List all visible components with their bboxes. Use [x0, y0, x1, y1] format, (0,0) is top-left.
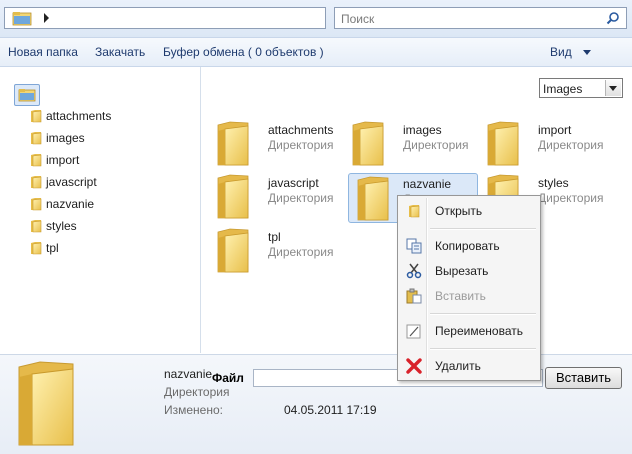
menu-separator	[430, 348, 536, 350]
file-item[interactable]: attachments Директория	[216, 121, 346, 169]
folder-icon	[30, 241, 42, 255]
delete-icon	[406, 358, 422, 374]
folder-icon	[216, 228, 250, 274]
file-name: images	[403, 123, 442, 137]
folder-icon	[30, 131, 42, 145]
search-box[interactable]: Поиск	[334, 7, 627, 29]
tree-item[interactable]: import	[30, 153, 79, 171]
file-name: import	[538, 123, 572, 137]
folder-icon	[216, 121, 250, 167]
file-item[interactable]: images Директория	[351, 121, 481, 169]
tree-item[interactable]: attachments	[30, 109, 111, 127]
tree-item[interactable]: styles	[30, 219, 77, 237]
file-type-select[interactable]: Images	[539, 78, 623, 98]
menu-item-label: Вырезать	[435, 264, 489, 278]
clipboard-button[interactable]: Буфер обмена ( 0 объектов )	[163, 45, 324, 59]
file-name: javascript	[268, 176, 319, 190]
chevron-down-icon[interactable]	[605, 80, 621, 96]
upload-file-label: Файл	[212, 371, 244, 385]
menu-item-copy[interactable]: Копировать	[400, 235, 538, 257]
tree-item-label: import	[46, 153, 80, 167]
view-dropdown-icon[interactable]	[583, 50, 591, 55]
menu-item-label: Копировать	[435, 239, 500, 253]
menu-separator	[430, 313, 536, 315]
tree-item-label: tpl	[46, 241, 59, 255]
folder-icon	[12, 12, 32, 26]
menu-item-label: Открыть	[435, 204, 483, 218]
tree-item-label: styles	[46, 219, 77, 233]
upload-submit-button[interactable]: Вставить	[545, 367, 622, 389]
details-modified-value: 04.05.2011 17:19	[284, 403, 377, 417]
tree-item[interactable]: images	[30, 131, 85, 149]
search-icon[interactable]	[606, 11, 620, 25]
file-type: Директория	[268, 191, 334, 205]
tree-item[interactable]: tpl	[30, 241, 59, 259]
file-name: attachments	[268, 123, 334, 137]
menu-item-open[interactable]: Открыть	[400, 200, 538, 222]
copy-icon	[406, 238, 422, 254]
top-bar: Поиск	[0, 0, 632, 38]
address-bar[interactable]	[4, 7, 326, 29]
folder-icon	[18, 361, 74, 446]
file-type: Директория	[538, 191, 604, 205]
details-type: Директория	[164, 385, 230, 399]
menu-item-label: Удалить	[435, 359, 481, 373]
folder-icon	[486, 121, 520, 167]
context-menu: Открыть Копировать Вырезать Вставить Пер…	[397, 195, 541, 381]
folder-icon	[30, 109, 42, 123]
file-name: styles	[538, 176, 569, 190]
menu-separator	[430, 228, 536, 230]
file-item[interactable]: tpl Директория	[216, 228, 346, 276]
menu-item-paste[interactable]: Вставить	[400, 285, 538, 307]
menu-item-label: Вставить	[435, 289, 486, 303]
file-name: nazvanie	[403, 177, 452, 191]
details-name: nazvanie	[164, 367, 213, 381]
file-type: Директория	[268, 245, 334, 259]
menu-item-cut[interactable]: Вырезать	[400, 260, 538, 282]
tree-item-label: javascript	[46, 175, 97, 189]
tree-item-label: attachments	[46, 109, 112, 123]
menu-item-delete[interactable]: Удалить	[400, 355, 538, 377]
file-type: Директория	[538, 138, 604, 152]
paste-icon	[406, 288, 422, 304]
details-modified-label: Изменено:	[164, 403, 223, 417]
upload-button[interactable]: Закачать	[95, 45, 145, 59]
folder-icon	[408, 204, 420, 218]
search-placeholder[interactable]: Поиск	[341, 12, 374, 26]
menu-item-rename[interactable]: Переименовать	[400, 320, 538, 342]
folder-icon	[356, 176, 390, 222]
breadcrumb-arrow-icon[interactable]	[44, 13, 49, 23]
tree-item[interactable]: nazvanie	[30, 197, 94, 215]
file-item[interactable]: import Директория	[486, 121, 616, 169]
tree-item[interactable]: javascript	[30, 175, 97, 193]
file-name: tpl	[268, 230, 281, 244]
folder-icon	[30, 219, 42, 233]
folder-icon	[30, 175, 42, 189]
tree-item-label: images	[46, 131, 85, 145]
new-folder-button[interactable]: Новая папка	[8, 45, 78, 59]
menu-item-label: Переименовать	[435, 324, 523, 338]
file-type: Директория	[403, 138, 469, 152]
root-folder-icon[interactable]	[14, 84, 40, 106]
folder-tree: attachments images import javascript naz…	[0, 67, 201, 353]
folder-icon	[216, 174, 250, 220]
file-type-select-value: Images	[543, 82, 583, 96]
scissors-icon	[406, 263, 422, 279]
folder-icon	[30, 197, 42, 211]
file-item[interactable]: javascript Директория	[216, 174, 346, 222]
file-type: Директория	[268, 138, 334, 152]
toolbar: Новая папка Закачать Буфер обмена ( 0 об…	[0, 38, 632, 67]
rename-icon	[406, 324, 421, 339]
folder-icon	[351, 121, 385, 167]
tree-item-label: nazvanie	[46, 197, 95, 211]
folder-icon	[30, 153, 42, 167]
view-button[interactable]: Вид	[550, 45, 572, 59]
